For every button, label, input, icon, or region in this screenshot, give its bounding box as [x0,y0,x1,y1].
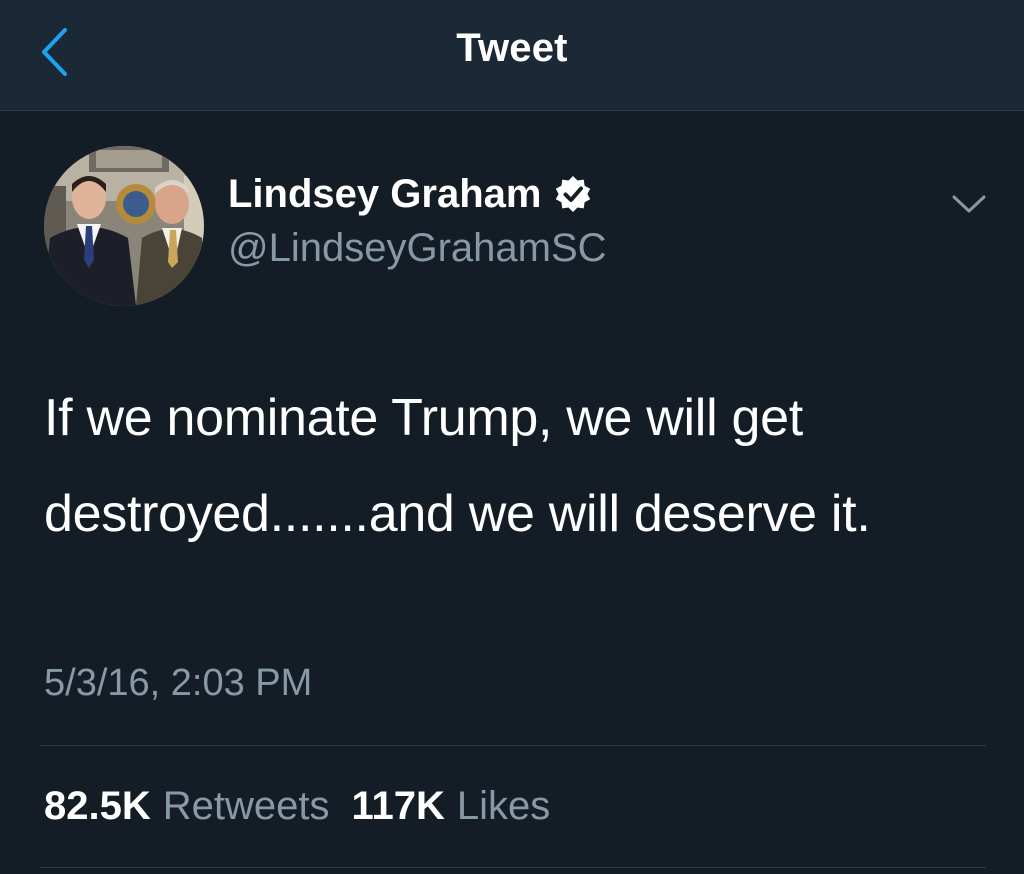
chevron-down-icon [952,195,986,213]
user-handle[interactable]: @LindseyGrahamSC [228,226,607,271]
likes-count: 117K [351,784,445,828]
page-title: Tweet [456,26,568,70]
tweet-card: Lindsey Graham @LindseyGrahamSC If we no… [0,112,1024,874]
retweets-stat[interactable]: 82.5K Retweets [44,784,330,829]
divider [40,745,986,746]
tweet-text: If we nominate Trump, we will get destro… [44,389,871,543]
tweet-timestamp: 5/3/16, 2:03 PM [44,662,313,704]
divider [40,867,986,868]
tweet-detail-screen: Tweet Lindsey Graham @LindseyGrahamSC If… [0,0,1024,874]
engagement-stats: 82.5K Retweets 117K Likes [44,784,550,829]
likes-label: Likes [456,784,551,828]
avatar[interactable] [44,146,204,306]
author-info: Lindsey Graham @LindseyGrahamSC [228,168,607,271]
retweets-label: Retweets [162,784,330,828]
navigation-bar: Tweet [0,0,1024,111]
retweets-count: 82.5K [44,784,151,828]
display-name[interactable]: Lindsey Graham [228,172,541,217]
verified-badge-icon [556,176,591,212]
likes-stat[interactable]: 117K Likes [352,784,551,829]
tweet-menu-button[interactable] [946,186,992,222]
display-name-row: Lindsey Graham [228,168,607,220]
